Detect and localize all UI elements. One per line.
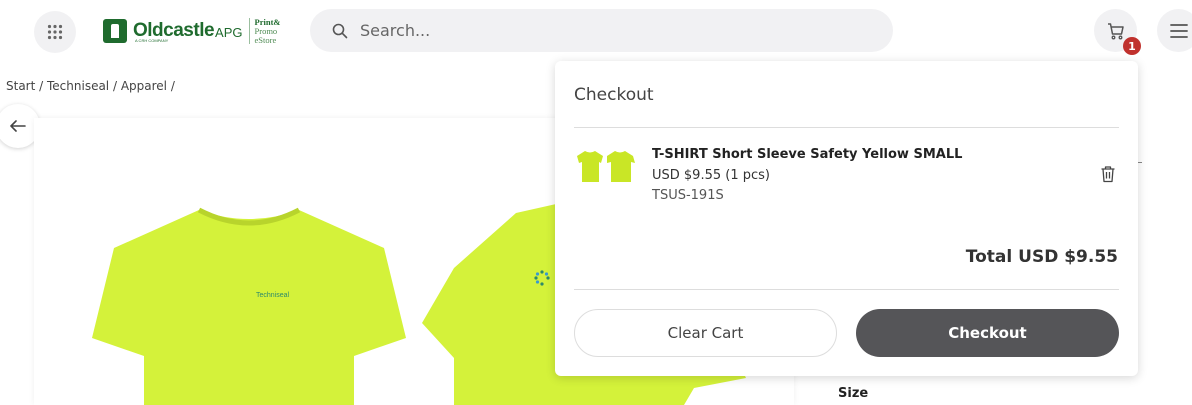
- checkout-button[interactable]: Checkout: [856, 309, 1119, 357]
- main-menu-button[interactable]: [1157, 9, 1192, 52]
- cart-item-thumbnail: [577, 151, 635, 182]
- cart-count-badge: 1: [1123, 37, 1141, 55]
- cart-total: Total USD $9.55: [966, 247, 1118, 267]
- breadcrumb: Start / Techniseal / Apparel /: [6, 79, 175, 93]
- checkout-title: Checkout: [574, 85, 654, 105]
- search-icon: [332, 23, 348, 38]
- cart-item-price: USD $9.55 (1 pcs): [652, 168, 770, 183]
- search-bar[interactable]: [310, 9, 893, 52]
- clear-cart-button[interactable]: Clear Cart: [574, 309, 837, 357]
- cart-total-value: USD $9.55: [1018, 247, 1118, 267]
- arrow-left-icon: [10, 120, 26, 132]
- shirt-front: [92, 210, 406, 405]
- cart-item-name[interactable]: T-SHIRT Short Sleeve Safety Yellow SMALL: [652, 147, 962, 162]
- checkout-divider: [574, 289, 1119, 290]
- shirt-brand-text: Techniseal: [256, 292, 290, 299]
- logo-suffix: APG: [215, 25, 243, 40]
- cart-total-label: Total: [965, 247, 1013, 267]
- size-label: Size: [838, 386, 869, 401]
- breadcrumb-separator: /: [35, 79, 47, 93]
- site-logo[interactable]: Oldcastle APG Print& Promo eStore: [103, 16, 280, 46]
- breadcrumb-apparel[interactable]: Apparel: [121, 79, 167, 93]
- breadcrumb-techniseal[interactable]: Techniseal: [47, 79, 109, 93]
- logo-mark-icon: [103, 19, 127, 43]
- apps-menu-button[interactable]: [34, 11, 76, 53]
- breadcrumb-separator: /: [109, 79, 121, 93]
- breadcrumb-separator: /: [167, 79, 175, 93]
- cart-icon: [1107, 22, 1124, 39]
- hamburger-menu-icon: [1169, 23, 1188, 38]
- remove-item-button[interactable]: [1100, 165, 1118, 185]
- breadcrumb-start[interactable]: Start: [6, 79, 35, 93]
- cart-item-sku: TSUS-191S: [652, 188, 724, 203]
- trash-icon: [1101, 166, 1115, 183]
- logo-subtitle: Print& Promo eStore: [254, 16, 281, 45]
- logo-divider: [248, 18, 250, 44]
- logo-tagline: A CRH COMPANY: [135, 38, 169, 43]
- apps-grid-icon: [47, 24, 63, 40]
- checkout-dropdown: Checkout T-SHIRT Short Sleeve Safety Yel…: [555, 61, 1138, 376]
- checkout-divider: [574, 127, 1119, 128]
- search-input[interactable]: [360, 21, 840, 40]
